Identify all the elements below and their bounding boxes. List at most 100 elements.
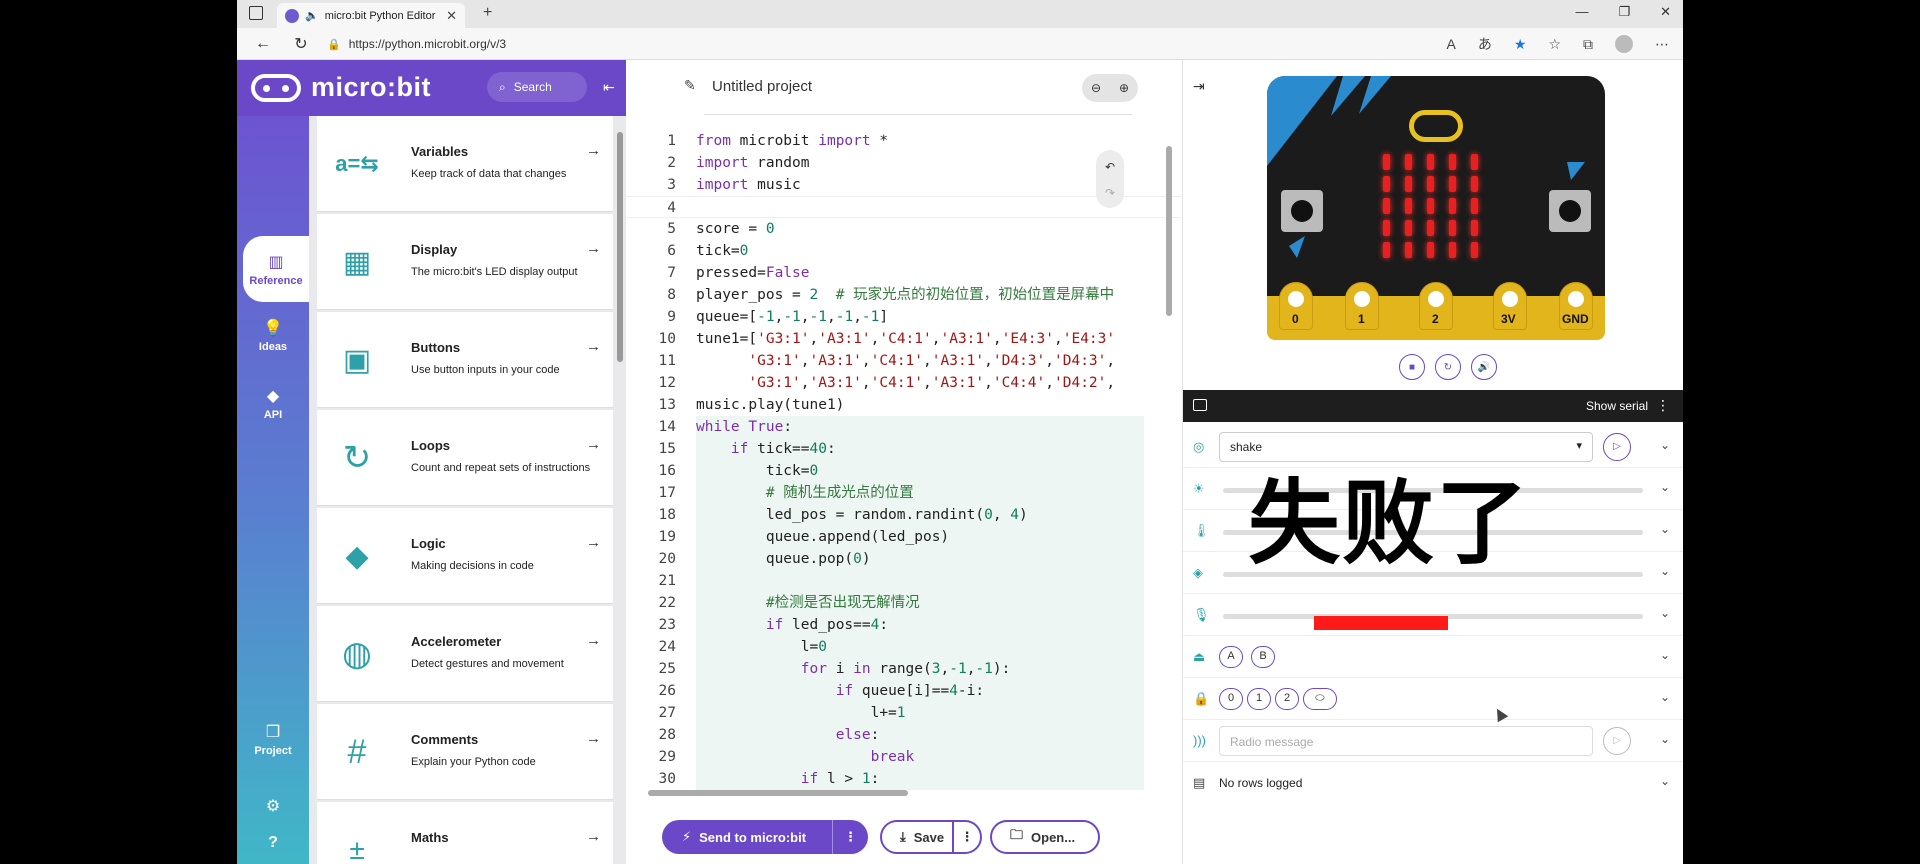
favorite-star-icon[interactable]: ★ (1514, 36, 1527, 53)
chevron-down-icon[interactable]: ⌄ (1660, 480, 1670, 494)
reference-item-variables[interactable]: a=⇆ Variables Keep track of data that ch… (317, 116, 613, 212)
code-line[interactable]: 26 if queue[i]==4-i: (626, 680, 1182, 702)
maximize-icon[interactable]: ❐ (1618, 4, 1630, 20)
close-window-icon[interactable]: ✕ (1660, 4, 1671, 20)
code-line[interactable]: 14 while True: (626, 416, 1182, 438)
collections-icon[interactable]: ⧉ (1583, 36, 1593, 53)
open-button[interactable]: 🗀 Open... (990, 820, 1100, 854)
code-line[interactable]: 23 if led_pos==4: (626, 614, 1182, 636)
nav-api[interactable]: ◆ API (237, 386, 309, 421)
restart-icon[interactable]: ↻ (1435, 354, 1461, 380)
chevron-down-icon[interactable]: ⌄ (1660, 606, 1670, 620)
edit-name-icon[interactable]: ✎ (684, 77, 696, 94)
refresh-icon[interactable]: ↻ (289, 34, 313, 54)
code-line[interactable]: 15 if tick==40: (626, 438, 1182, 460)
speaker-icon[interactable]: 🔈 (305, 9, 319, 22)
code-line[interactable]: 1 from microbit import * (626, 130, 1182, 152)
gesture-select[interactable]: shake ▾ (1219, 432, 1593, 462)
board-button-b[interactable] (1549, 190, 1591, 232)
chevron-down-icon[interactable]: ⌄ (1660, 774, 1670, 788)
reference-item-maths[interactable]: ± Maths → (317, 802, 613, 864)
chevron-down-icon[interactable]: ⌄ (1660, 564, 1670, 578)
settings-icon[interactable]: ⚙ (237, 796, 309, 819)
redo-icon[interactable]: ↷ (1096, 180, 1124, 206)
code-line[interactable]: 29 break (626, 746, 1182, 768)
reference-item-loops[interactable]: ↻ Loops Count and repeat sets of instruc… (317, 410, 613, 506)
code-line[interactable]: 11 'G3:1','A3:1','C4:1','A3:1','D4:3','D… (626, 350, 1182, 372)
lock-icon[interactable]: 🔒 (327, 38, 341, 51)
board-button-a[interactable] (1281, 190, 1323, 232)
send-radio-button[interactable]: ▷ (1603, 727, 1631, 755)
radio-message-input[interactable]: Radio message (1219, 726, 1593, 756)
send-to-microbit-button[interactable]: ⚡ Send to micro:bit ⋮ (662, 820, 868, 854)
show-serial-button[interactable]: Show serial (1586, 399, 1648, 413)
collapse-simulator-icon[interactable]: ⇥ (1193, 78, 1205, 95)
code-line[interactable]: 28 else: (626, 724, 1182, 746)
chevron-down-icon[interactable]: ⌄ (1660, 438, 1670, 452)
code-line[interactable]: 21 (626, 570, 1182, 592)
touch-pin-0[interactable]: 0 (1219, 688, 1243, 710)
code-line[interactable]: 19 queue.append(led_pos) (626, 526, 1182, 548)
code-line[interactable]: 18 led_pos = random.randint(0, 4) (626, 504, 1182, 526)
collapse-sidebar-icon[interactable]: ⇤ (603, 79, 615, 96)
project-name[interactable]: Untitled project (712, 78, 812, 95)
code-line[interactable]: 12 'G3:1','A3:1','C4:1','A3:1','C4:4','D… (626, 372, 1182, 394)
code-line[interactable]: 22 #检测是否出现无解情况 (626, 592, 1182, 614)
browser-tab[interactable]: 🔈 micro:bit Python Editor ✕ (277, 3, 465, 28)
editor-vertical-scrollbar[interactable] (1166, 146, 1172, 316)
touch-pin-1[interactable]: 1 (1247, 688, 1271, 710)
code-line[interactable]: 25 for i in range(3,-1,-1): (626, 658, 1182, 680)
reference-item-display[interactable]: ▦ Display The micro:bit's LED display ou… (317, 214, 613, 310)
code-line[interactable]: 27 l+=1 (626, 702, 1182, 724)
chevron-down-icon[interactable]: ⌄ (1660, 648, 1670, 662)
profile-avatar[interactable] (1615, 35, 1633, 53)
translate-icon[interactable]: あ (1478, 34, 1492, 54)
chevron-down-icon[interactable]: ⌄ (1660, 522, 1670, 536)
nav-reference[interactable]: ▥ Reference (243, 236, 309, 302)
sim-button-b[interactable]: B (1251, 646, 1275, 668)
zoom-in-icon[interactable]: ⊕ (1119, 81, 1129, 95)
undo-icon[interactable]: ↶ (1096, 154, 1124, 180)
read-aloud-icon[interactable]: A (1447, 36, 1456, 52)
back-icon[interactable]: ← (251, 35, 275, 53)
new-tab-icon[interactable]: + (483, 4, 492, 22)
touch-logo[interactable]: ⬭ (1303, 688, 1337, 710)
reference-scrollbar[interactable] (617, 132, 623, 362)
code-area[interactable]: 1 from microbit import * 2 import random 3 im… (626, 130, 1182, 790)
favorites-icon[interactable]: ☆ (1548, 36, 1561, 53)
mute-icon[interactable]: 🔊 (1471, 354, 1497, 380)
help-icon[interactable]: ? (237, 834, 309, 855)
send-more-icon[interactable]: ⋮ (832, 820, 868, 854)
code-line[interactable]: 9 queue=[-1,-1,-1,-1,-1] (626, 306, 1182, 328)
save-more-icon[interactable]: ⋮ (952, 822, 980, 852)
editor-horizontal-scrollbar[interactable] (636, 790, 1146, 796)
code-line[interactable]: 13 music.play(tune1) (626, 394, 1182, 416)
reference-item-buttons[interactable]: ▣ Buttons Use button inputs in your code… (317, 312, 613, 408)
code-line[interactable]: 7 pressed=False (626, 262, 1182, 284)
code-line[interactable]: 30 if l > 1: (626, 768, 1182, 790)
code-line[interactable]: 5 score = 0 (626, 218, 1182, 240)
send-gesture-button[interactable]: ▷ (1603, 433, 1631, 461)
code-line[interactable]: 20 queue.pop(0) (626, 548, 1182, 570)
touch-pin-2[interactable]: 2 (1275, 688, 1299, 710)
tab-actions-icon[interactable] (249, 6, 263, 20)
chevron-down-icon[interactable]: ⌄ (1660, 732, 1670, 746)
reference-item-accelerometer[interactable]: ◍ Accelerometer Detect gestures and move… (317, 606, 613, 702)
nav-ideas[interactable]: 💡 Ideas (237, 318, 309, 353)
serial-menu-icon[interactable]: ⋮ (1656, 397, 1670, 414)
chevron-down-icon[interactable]: ⌄ (1660, 690, 1670, 704)
search-button[interactable]: ⌕ Search (487, 72, 587, 102)
code-line[interactable]: 17 # 随机生成光点的位置 (626, 482, 1182, 504)
browser-menu-icon[interactable]: ⋯ (1655, 36, 1669, 53)
zoom-out-icon[interactable]: ⊖ (1091, 81, 1101, 95)
save-button[interactable]: ⤓ Save ⋮ (880, 820, 982, 854)
url-field[interactable]: 🔒 https://python.microbit.org/v/3 (327, 33, 1627, 55)
code-line[interactable]: 16 tick=0 (626, 460, 1182, 482)
nav-project[interactable]: ❐ Project (237, 722, 309, 757)
close-tab-icon[interactable]: ✕ (446, 8, 457, 24)
stop-icon[interactable]: ■ (1399, 354, 1425, 380)
board-logo-icon[interactable] (1409, 110, 1463, 142)
code-line[interactable]: 6 tick=0 (626, 240, 1182, 262)
code-line[interactable]: 24 l=0 (626, 636, 1182, 658)
code-line[interactable]: 10 tune1=['G3:1','A3:1','C4:1','A3:1','E4… (626, 328, 1182, 350)
